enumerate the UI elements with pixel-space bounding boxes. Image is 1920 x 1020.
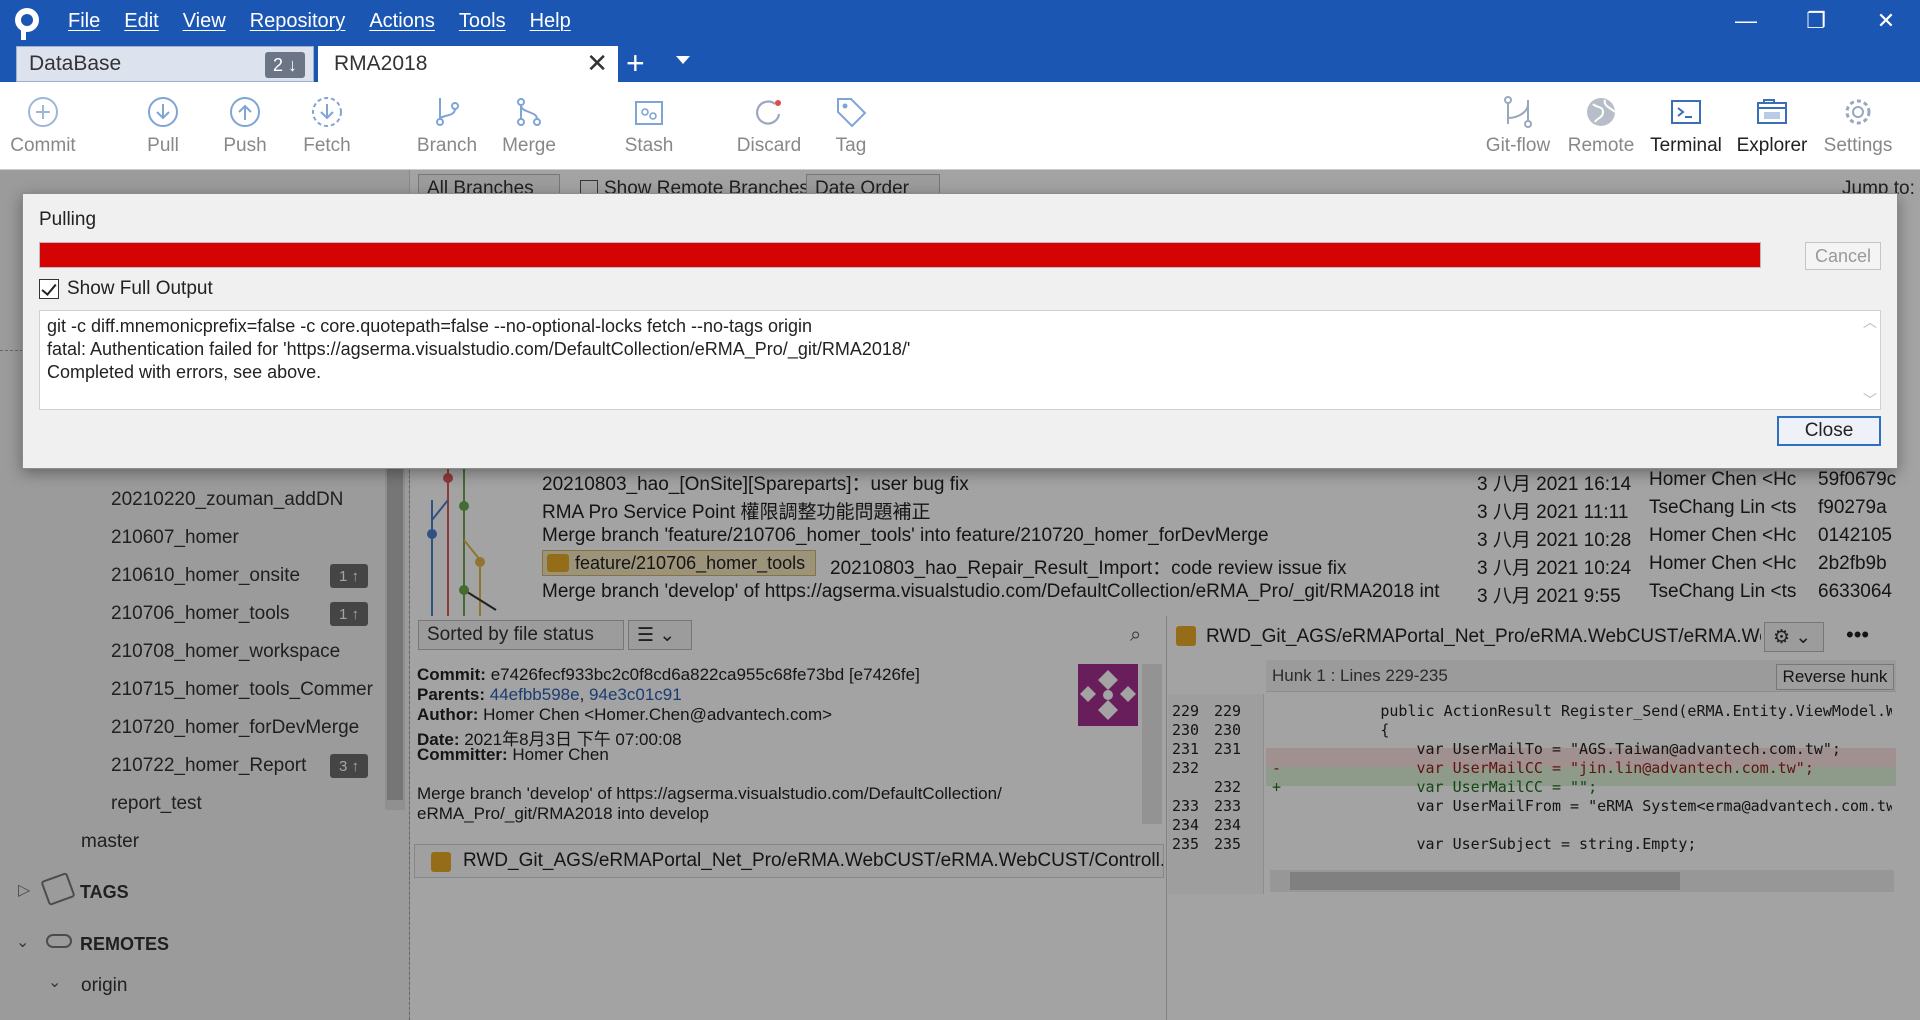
discard-icon (756, 100, 781, 125)
gitflow-icon (1504, 96, 1532, 128)
menu-repository[interactable]: Repository (250, 10, 346, 33)
stash-button[interactable]: Stash (612, 82, 686, 170)
merge-button[interactable]: Merge (492, 82, 566, 170)
menu-bar: File Edit View Repository Actions Tools … (0, 0, 595, 42)
show-full-output-label: Show Full Output (67, 278, 213, 299)
merge-label: Merge (502, 135, 556, 156)
menu-help[interactable]: Help (530, 10, 571, 33)
close-window-button[interactable]: ✕ (1852, 0, 1920, 42)
output-line: fatal: Authentication failed for 'https:… (47, 339, 911, 359)
menu-view[interactable]: View (183, 10, 226, 33)
dialog-title: Pulling (39, 209, 97, 230)
output-line: git -c diff.mnemonicprefix=false -c core… (47, 316, 813, 336)
cancel-button[interactable]: Cancel (1805, 242, 1881, 270)
restore-button[interactable]: ❐ (1782, 0, 1850, 42)
menu-edit[interactable]: Edit (124, 10, 158, 33)
progress-bar-fill (40, 243, 1760, 267)
remote-label: Remote (1567, 135, 1635, 156)
remote-button[interactable]: Remote (1562, 82, 1640, 170)
gear-icon (1845, 99, 1871, 125)
gitflow-label: Git-flow (1485, 135, 1551, 156)
discard-label: Discard (736, 135, 802, 156)
pull-button[interactable]: Pull (126, 82, 200, 170)
menu-file[interactable]: File (68, 10, 100, 33)
pulling-dialog: Pulling Cancel Show Full Output git -c d… (22, 193, 1898, 469)
branch-label: Branch (416, 135, 478, 156)
stash-icon (635, 101, 663, 125)
pull-icon (148, 97, 178, 127)
scroll-down-icon[interactable]: ﹀ (1863, 390, 1877, 410)
app-logo-icon (12, 6, 42, 40)
add-tab-button[interactable]: + (626, 46, 645, 80)
branch-button[interactable]: Branch (410, 82, 484, 170)
menu-tools[interactable]: Tools (459, 10, 506, 33)
push-icon (230, 97, 260, 127)
commit-icon (28, 97, 58, 127)
merge-icon (517, 98, 541, 126)
branch-icon (436, 98, 459, 126)
folder-icon (1757, 99, 1787, 124)
minimize-button[interactable]: — (1712, 0, 1780, 42)
globe-icon (1587, 98, 1616, 126)
terminal-label: Terminal (1650, 135, 1722, 156)
commit-label: Commit (10, 135, 76, 156)
fetch-label: Fetch (303, 135, 351, 156)
pull-label: Pull (147, 135, 179, 156)
explorer-button[interactable]: Explorer (1730, 82, 1814, 170)
tag-button[interactable]: Tag (814, 82, 888, 170)
tag-icon (837, 98, 867, 128)
explorer-label: Explorer (1736, 135, 1808, 156)
settings-label: Settings (1823, 135, 1893, 156)
scroll-up-icon[interactable]: ︿ (1863, 312, 1877, 332)
commit-button[interactable]: Commit (0, 82, 86, 170)
push-button[interactable]: Push (208, 82, 282, 170)
tab-badge: 2 ↓ (264, 52, 305, 78)
tab-close-icon[interactable]: ✕ (586, 48, 608, 79)
close-button[interactable]: Close (1777, 416, 1881, 446)
checkbox-checked-icon (39, 279, 59, 299)
tab-database[interactable]: DataBase 2 ↓ (16, 46, 314, 82)
stash-label: Stash (624, 135, 674, 156)
progress-bar (39, 242, 1761, 268)
tag-label: Tag (835, 135, 867, 156)
toolbar: Commit Pull Push Fetch Branch Merge Stas… (0, 82, 1920, 170)
push-label: Push (223, 135, 267, 156)
fetch-icon (312, 97, 342, 127)
settings-button[interactable]: Settings (1816, 82, 1900, 170)
tab-label: RMA2018 (334, 52, 428, 75)
menu-actions[interactable]: Actions (369, 10, 435, 33)
tab-rma2018[interactable]: RMA2018 ✕ (318, 46, 618, 82)
tab-label: DataBase (29, 52, 122, 75)
sourcetree-window: File Edit View Repository Actions Tools … (0, 0, 1920, 1020)
output-line: Completed with errors, see above. (47, 362, 322, 382)
terminal-icon (1671, 100, 1701, 124)
title-bar: File Edit View Repository Actions Tools … (0, 0, 1920, 82)
terminal-button[interactable]: Terminal (1644, 82, 1728, 170)
discard-button[interactable]: Discard (724, 82, 814, 170)
output-textarea[interactable]: git -c diff.mnemonicprefix=false -c core… (39, 310, 1881, 410)
tab-dropdown-icon[interactable] (676, 56, 690, 64)
fetch-button[interactable]: Fetch (290, 82, 364, 170)
show-full-output-checkbox[interactable]: Show Full Output (39, 278, 213, 300)
gitflow-button[interactable]: Git-flow (1476, 82, 1560, 170)
